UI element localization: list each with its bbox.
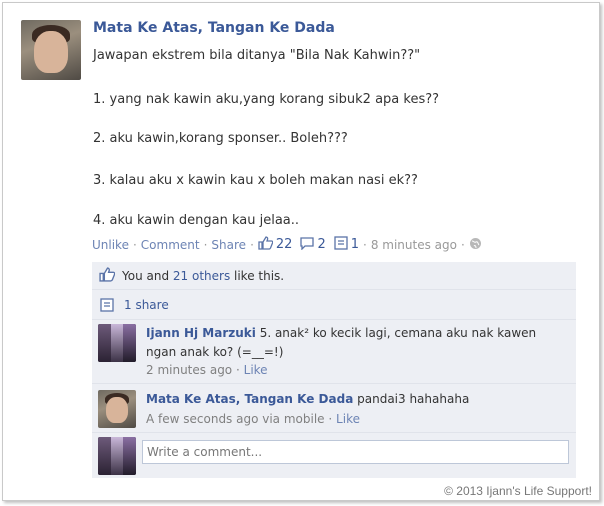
comment-link[interactable]: Comment: [141, 238, 200, 252]
unlike-link[interactable]: Unlike: [92, 238, 129, 252]
composer-avatar: [98, 437, 136, 475]
comment-1-time[interactable]: 2 minutes ago: [146, 363, 232, 377]
comment-2-author[interactable]: Mata Ke Atas, Tangan Ke Dada: [146, 392, 353, 406]
post-line-1: Jawapan ekstrem bila ditanya "Bila Nak K…: [93, 48, 421, 63]
comment-1-body: Ijann Hj Marzuki 5. anak² ko kecik lagi,…: [146, 326, 536, 340]
post-action-bar: Unlike · Comment · Share · 22 2 1 · 8 mi…: [92, 236, 482, 253]
likes-others-link[interactable]: 21 others: [173, 269, 230, 283]
commenter-avatar[interactable]: [98, 390, 136, 428]
comment-bubble-icon[interactable]: [300, 236, 315, 253]
comment-1-author[interactable]: Ijann Hj Marzuki: [146, 326, 256, 340]
comment-1-text-line1: 5. anak² ko kecik lagi, cemana aku nak k…: [259, 326, 537, 340]
share-icon: [100, 297, 114, 316]
post-timestamp[interactable]: 8 minutes ago: [371, 238, 457, 252]
post-line-4: 3. kalau aku x kawin kau x boleh makan n…: [93, 173, 418, 188]
comment-1-like-link[interactable]: Like: [244, 363, 268, 377]
comment-2-text: pandai3 hahahaha: [357, 392, 470, 406]
comment-input[interactable]: Write a comment...: [142, 440, 569, 464]
share-link[interactable]: Share: [211, 238, 246, 252]
post-author-name[interactable]: Mata Ke Atas, Tangan Ke Dada: [93, 20, 335, 36]
comment-2-like-link[interactable]: Like: [336, 412, 360, 426]
shares-count[interactable]: 1: [351, 237, 359, 252]
comment-1-text-line2: ngan anak ko? (=__=!): [146, 345, 284, 359]
post-line-3: 2. aku kawin,korang sponser.. Boleh???: [93, 131, 348, 146]
likes-summary: You and 21 others like this.: [122, 269, 285, 283]
comments-count[interactable]: 2: [317, 237, 325, 252]
comment-2-time[interactable]: A few seconds ago via mobile: [146, 412, 325, 426]
post-line-5: 4. aku kawin dengan kau jelaa..: [93, 213, 300, 228]
shares-link[interactable]: 1 share: [124, 298, 169, 312]
commenter-avatar[interactable]: [98, 324, 136, 362]
globe-icon: [469, 237, 482, 253]
comment-1-meta: 2 minutes ago · Like: [146, 363, 268, 377]
watermark: © 2013 Ijann's Life Support!: [444, 484, 592, 498]
thumbs-up-icon[interactable]: [258, 236, 274, 253]
share-icon[interactable]: [334, 236, 348, 253]
likes-count[interactable]: 22: [276, 237, 293, 252]
thumbs-up-icon: [99, 267, 116, 286]
comment-2-meta: A few seconds ago via mobile · Like: [146, 412, 360, 426]
post-line-2: 1. yang nak kawin aku,yang korang sibuk2…: [93, 92, 440, 107]
comment-2-body: Mata Ke Atas, Tangan Ke Dada pandai3 hah…: [146, 392, 469, 406]
post-author-avatar[interactable]: [21, 20, 81, 80]
